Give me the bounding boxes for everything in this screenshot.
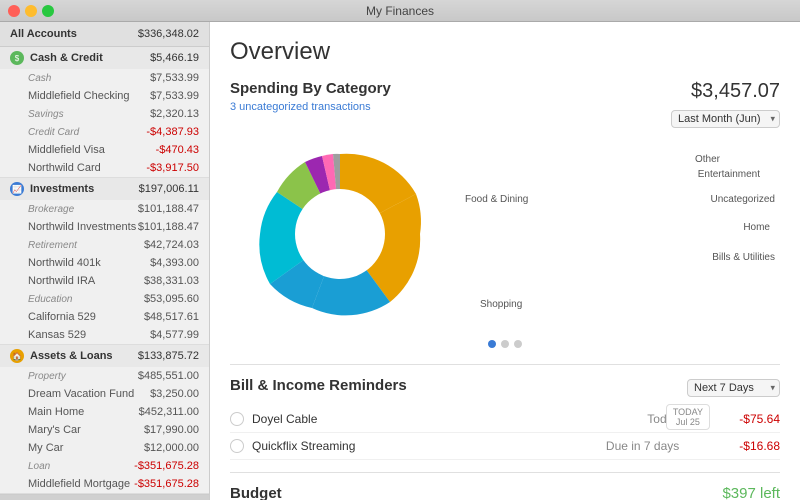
titlebar: My Finances — [0, 0, 800, 22]
list-item: Credit Card -$4,387.93 — [0, 123, 209, 141]
bill-header: Bill & Income Reminders Next 7 Days Next… — [230, 377, 780, 398]
sidebar-header: All Accounts $336,348.02 — [0, 22, 209, 47]
uncategorized-link[interactable]: 3 uncategorized transactions — [230, 101, 391, 113]
today-badge: TODAY Jul 25 — [666, 404, 710, 430]
list-item[interactable]: Mary's Car $17,990.00 — [0, 421, 209, 439]
list-item[interactable]: Northwild 401k $4,393.00 — [0, 254, 209, 272]
bill-amount-2: -$16.68 — [739, 439, 780, 453]
carousel-dot-2[interactable] — [501, 340, 509, 348]
list-item[interactable]: Northwild Investments $101,188.47 — [0, 218, 209, 236]
investments-amount: $197,006.11 — [139, 183, 199, 195]
budget-left: $397 left — [722, 485, 780, 500]
spending-header: Spending By Category 3 uncategorized tra… — [230, 80, 780, 128]
all-accounts-amount: $336,348.02 — [138, 28, 199, 40]
time-period-select-wrapper: Last Month (Jun) This Month (Jul) Last 3… — [671, 109, 780, 128]
bill-due-2: Due in 7 days — [606, 439, 679, 453]
bill-title: Bill & Income Reminders — [230, 377, 407, 394]
label-uncategorized: Uncategorized — [711, 194, 775, 205]
carousel-dot-1[interactable] — [488, 340, 496, 348]
list-item[interactable]: Middlefield Mortgage -$351,675.28 — [0, 475, 209, 493]
list-item: Quickflix Streaming Due in 7 days -$16.6… — [230, 433, 780, 460]
assets-loans-name: Assets & Loans — [30, 350, 113, 362]
list-item[interactable]: Dream Vacation Fund $3,250.00 — [0, 385, 209, 403]
sidebar-item-overview[interactable]: ● Overview — [0, 495, 209, 500]
label-bills: Bills & Utilities — [712, 252, 775, 263]
label-shopping: Shopping — [480, 299, 522, 310]
list-item[interactable]: Main Home $452,311.00 — [0, 403, 209, 421]
list-item: Savings $2,320.13 — [0, 105, 209, 123]
chart-labels: Other Entertainment Uncategorized Home B… — [460, 134, 780, 334]
carousel-dot-3[interactable] — [514, 340, 522, 348]
today-label: TODAY — [673, 407, 703, 417]
close-button[interactable] — [8, 5, 20, 17]
label-home: Home — [743, 222, 770, 233]
bill-check-1[interactable] — [230, 412, 244, 426]
assets-loans-group: 🏠 Assets & Loans $133,875.72 Property $4… — [0, 345, 209, 494]
investments-header[interactable]: 📈 Investments $197,006.11 — [0, 178, 209, 200]
budget-header: Budget $397 left — [230, 485, 780, 500]
label-food: Food & Dining — [465, 194, 528, 205]
bill-name-1: Doyel Cable — [252, 412, 317, 426]
traffic-lights — [8, 5, 54, 17]
list-item[interactable]: Middlefield Checking $7,533.99 — [0, 87, 209, 105]
list-item[interactable]: Kansas 529 $4,577.99 — [0, 326, 209, 344]
list-item[interactable]: Northwild IRA $38,331.03 — [0, 272, 209, 290]
list-item[interactable]: California 529 $48,517.61 — [0, 308, 209, 326]
bill-time-select[interactable]: Next 7 Days Next 30 Days All Upcoming — [687, 379, 780, 397]
cash-credit-name: Cash & Credit — [30, 52, 103, 64]
page-title: Overview — [230, 38, 780, 66]
investments-icon: 📈 — [10, 182, 24, 196]
list-item: Property $485,551.00 — [0, 367, 209, 385]
spending-title: Spending By Category — [230, 80, 391, 97]
label-other: Other — [695, 154, 720, 165]
app-body: All Accounts $336,348.02 $ Cash & Credit… — [0, 22, 800, 500]
today-date: Jul 25 — [673, 417, 703, 427]
spending-body: Other Entertainment Uncategorized Home B… — [230, 134, 780, 334]
sidebar-nav: ● Overview 📊 Reports 📋 Bill Reminders — [0, 494, 209, 500]
cash-credit-group: $ Cash & Credit $5,466.19 Cash $7,533.99… — [0, 47, 209, 178]
list-item: Education $53,095.60 — [0, 290, 209, 308]
minimize-button[interactable] — [25, 5, 37, 17]
cash-credit-header[interactable]: $ Cash & Credit $5,466.19 — [0, 47, 209, 69]
list-item[interactable]: Northwild Card -$3,917.50 — [0, 159, 209, 177]
cash-icon: $ — [10, 51, 24, 65]
list-item: Retirement $42,724.03 — [0, 236, 209, 254]
list-item: Loan -$351,675.28 — [0, 457, 209, 475]
investments-name: Investments — [30, 183, 94, 195]
list-item: Cash $7,533.99 — [0, 69, 209, 87]
spending-section: Spending By Category 3 uncategorized tra… — [230, 80, 780, 348]
main-content: Overview Spending By Category 3 uncatego… — [210, 22, 800, 500]
spending-total: $3,457.07 — [691, 80, 780, 103]
list-item[interactable]: My Car $12,000.00 — [0, 439, 209, 457]
maximize-button[interactable] — [42, 5, 54, 17]
time-period-select[interactable]: Last Month (Jun) This Month (Jul) Last 3… — [671, 110, 780, 128]
bill-amount-1: -$75.64 — [739, 412, 780, 426]
list-item: Brokerage $101,188.47 — [0, 200, 209, 218]
assets-loans-amount: $133,875.72 — [138, 350, 199, 362]
list-item: Doyel Cable Today TODAY Jul 25 -$75.64 — [230, 406, 780, 433]
bill-items: Doyel Cable Today TODAY Jul 25 -$75.64 — [230, 406, 780, 460]
assets-icon: 🏠 — [10, 349, 24, 363]
sidebar: All Accounts $336,348.02 $ Cash & Credit… — [0, 22, 210, 500]
carousel-dots — [230, 340, 780, 348]
bill-section: Bill & Income Reminders Next 7 Days Next… — [230, 364, 780, 460]
label-entertainment: Entertainment — [698, 169, 760, 180]
donut-chart — [230, 134, 450, 334]
all-accounts-label: All Accounts — [10, 28, 77, 40]
cash-credit-amount: $5,466.19 — [150, 52, 199, 64]
window-title: My Finances — [366, 4, 434, 18]
assets-loans-header[interactable]: 🏠 Assets & Loans $133,875.72 — [0, 345, 209, 367]
list-item[interactable]: Middlefield Visa -$470.43 — [0, 141, 209, 159]
bill-name-2: Quickflix Streaming — [252, 439, 355, 453]
bill-check-2[interactable] — [230, 439, 244, 453]
budget-title: Budget — [230, 485, 282, 500]
bill-time-select-wrapper: Next 7 Days Next 30 Days All Upcoming — [687, 378, 780, 397]
investments-group: 📈 Investments $197,006.11 Brokerage $101… — [0, 178, 209, 345]
budget-section: Budget $397 left ◀ ◀ ▶ Jul 2014 Budgeted… — [230, 472, 780, 500]
